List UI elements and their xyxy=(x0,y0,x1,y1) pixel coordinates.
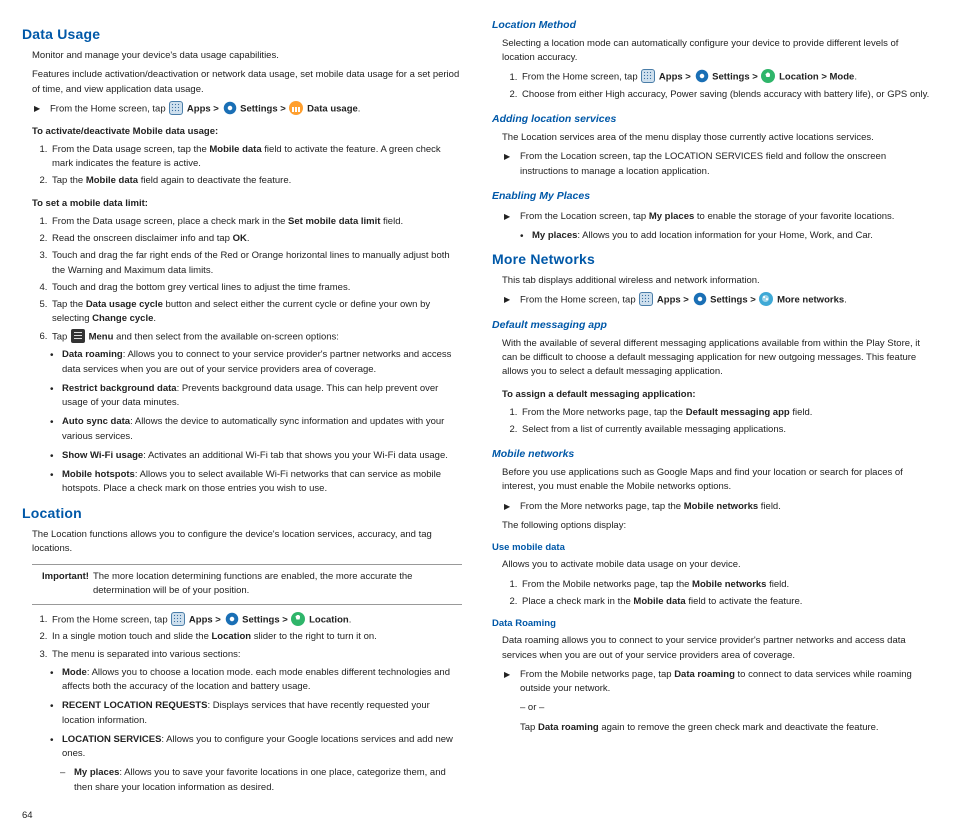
list-item: From the Data usage screen, place a chec… xyxy=(50,215,462,229)
steps-list: From the Data usage screen, place a chec… xyxy=(22,215,462,345)
list-item: Touch and drag the bottom grey vertical … xyxy=(50,281,462,295)
left-column: Data Usage Monitor and manage your devic… xyxy=(22,18,462,823)
location-icon xyxy=(291,612,305,626)
apps-icon xyxy=(641,69,655,83)
label: Data usage xyxy=(307,103,358,114)
list-item: Mobile hotspots: Allows you to select av… xyxy=(52,468,462,497)
step: From the Location screen, tap My places … xyxy=(492,210,932,224)
heading-use-mobile-data: Use mobile data xyxy=(492,541,932,555)
list-item: My places: Allows you to save your favor… xyxy=(64,766,462,795)
page-number: 64 xyxy=(22,809,462,823)
list-item: In a single motion touch and slide the L… xyxy=(50,630,462,644)
apps-icon xyxy=(639,292,653,306)
list-item: Choose from either High accuracy, Power … xyxy=(520,88,932,102)
subheading: To assign a default messaging applicatio… xyxy=(502,388,932,402)
list-item: From the Home screen, tap Apps > Setting… xyxy=(520,70,932,85)
nav-path: From the Home screen, tap Apps > Setting… xyxy=(22,102,462,117)
heading-location: Location xyxy=(22,503,462,524)
apps-icon xyxy=(171,612,185,626)
list-item: Show Wi-Fi usage: Activates an additiona… xyxy=(52,449,462,463)
list-item: Read the onscreen disclaimer info and ta… xyxy=(50,232,462,246)
heading-more-networks: More Networks xyxy=(492,249,932,270)
menu-icon xyxy=(71,329,85,343)
list-item: Tap the Data usage cycle button and sele… xyxy=(50,298,462,327)
right-column: Location Method Selecting a location mod… xyxy=(492,18,932,823)
text: With the available of several different … xyxy=(492,337,932,380)
list-item: Tap Menu and then select from the availa… xyxy=(50,330,462,345)
heading-mobile-networks: Mobile networks xyxy=(492,447,932,463)
more-networks-icon xyxy=(759,292,773,306)
settings-icon xyxy=(695,69,709,83)
page-columns: Data Usage Monitor and manage your devic… xyxy=(22,18,932,823)
text: Monitor and manage your device's data us… xyxy=(22,49,462,63)
sub-list: My places: Allows you to save your favor… xyxy=(22,766,462,795)
note-text: The more location determining functions … xyxy=(93,570,456,599)
heading-data-usage: Data Usage xyxy=(22,24,462,45)
list-item: Mode: Allows you to choose a location mo… xyxy=(52,666,462,695)
label: Apps > xyxy=(187,103,219,114)
options-list: Data roaming: Allows you to connect to y… xyxy=(22,348,462,496)
text: From the Home screen, tap xyxy=(50,103,168,114)
text: Allows you to activate mobile data usage… xyxy=(492,558,932,572)
list-item: Select from a list of currently availabl… xyxy=(520,423,932,437)
step: From the Location screen, tap the LOCATI… xyxy=(492,150,932,179)
list-item: Place a check mark in the Mobile data fi… xyxy=(520,595,932,609)
options-list: Mode: Allows you to choose a location mo… xyxy=(22,666,462,762)
heading-adding-location: Adding location services xyxy=(492,112,932,128)
text: Features include activation/deactivation… xyxy=(22,68,462,97)
nav-path: From the Home screen, tap Apps > Setting… xyxy=(492,293,932,308)
list-item: From the Mobile networks page, tap the M… xyxy=(520,578,932,592)
list-item: My places: Allows you to add location in… xyxy=(522,229,932,243)
settings-icon xyxy=(693,292,707,306)
settings-icon xyxy=(223,101,237,115)
steps-list: From the More networks page, tap the Def… xyxy=(492,406,932,438)
heading-default-msg: Default messaging app xyxy=(492,318,932,334)
list-item: From the More networks page, tap the Def… xyxy=(520,406,932,420)
list-item: Restrict background data: Prevents backg… xyxy=(52,382,462,411)
step: From the Mobile networks page, tap Data … xyxy=(492,668,932,697)
steps-list: From the Mobile networks page, tap the M… xyxy=(492,578,932,610)
list-item: RECENT LOCATION REQUESTS: Displays servi… xyxy=(52,699,462,728)
text: Tap Data roaming again to remove the gre… xyxy=(492,721,932,735)
text: The Location functions allows you to con… xyxy=(22,528,462,557)
apps-icon xyxy=(169,101,183,115)
list-item: Data roaming: Allows you to connect to y… xyxy=(52,348,462,377)
note-label: Important! xyxy=(42,570,93,599)
text: Data roaming allows you to connect to yo… xyxy=(492,634,932,663)
list-item: LOCATION SERVICES: Allows you to configu… xyxy=(52,733,462,762)
heading-location-method: Location Method xyxy=(492,18,932,34)
important-note: Important! The more location determining… xyxy=(32,564,462,605)
list-item: From the Home screen, tap Apps > Setting… xyxy=(50,613,462,628)
subheading: To activate/deactivate Mobile data usage… xyxy=(32,125,462,139)
text: This tab displays additional wireless an… xyxy=(492,274,932,288)
options-list: My places: Allows you to add location in… xyxy=(492,229,932,243)
list-item: Touch and drag the far right ends of the… xyxy=(50,249,462,278)
text: The following options display: xyxy=(492,519,932,533)
steps-list: From the Data usage screen, tap the Mobi… xyxy=(22,143,462,189)
steps-list: From the Home screen, tap Apps > Setting… xyxy=(22,613,462,662)
settings-icon xyxy=(225,612,239,626)
text: Before you use applications such as Goog… xyxy=(492,466,932,495)
list-item: The menu is separated into various secti… xyxy=(50,648,462,662)
step: From the More networks page, tap the Mob… xyxy=(492,500,932,514)
heading-data-roaming: Data Roaming xyxy=(492,617,932,631)
list-item: Auto sync data: Allows the device to aut… xyxy=(52,415,462,444)
subheading: To set a mobile data limit: xyxy=(32,197,462,211)
label: Settings > xyxy=(240,103,286,114)
location-icon xyxy=(761,69,775,83)
list-item: From the Data usage screen, tap the Mobi… xyxy=(50,143,462,172)
steps-list: From the Home screen, tap Apps > Setting… xyxy=(492,70,932,102)
list-item: Tap the Mobile data field again to deact… xyxy=(50,174,462,188)
data-usage-icon xyxy=(289,101,303,115)
heading-my-places: Enabling My Places xyxy=(492,189,932,205)
text: – or – xyxy=(492,701,932,715)
text: The Location services area of the menu d… xyxy=(492,131,932,145)
text: Selecting a location mode can automatica… xyxy=(492,37,932,66)
